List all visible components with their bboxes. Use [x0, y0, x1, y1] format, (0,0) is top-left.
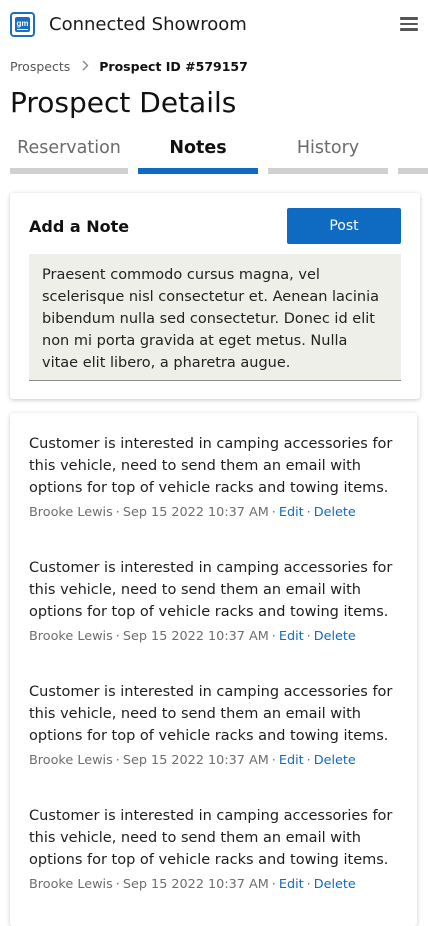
note-date: Sep 15 2022 10:37 AM [122, 753, 269, 768]
note-body: Customer is interested in camping access… [29, 684, 393, 744]
add-note-title: Add a Note [29, 217, 130, 236]
tab-notes[interactable]: Notes [138, 132, 258, 174]
tab-indicator-active [138, 168, 258, 174]
tab-history[interactable]: History [268, 132, 388, 174]
edit-note-link[interactable]: Edit [279, 629, 304, 644]
delete-note-link[interactable]: Delete [314, 877, 356, 892]
breadcrumb: Prospects Prospect ID #579157 [10, 58, 248, 76]
note-body: Customer is interested in camping access… [29, 560, 393, 620]
tab-label: History [296, 138, 360, 158]
gm-logo: gm [10, 12, 35, 37]
notes-list: Customer is interested in camping access… [10, 413, 417, 926]
tab-bar: Reservation Notes History [10, 132, 428, 174]
tab-reservation[interactable]: Reservation [10, 132, 128, 174]
breadcrumb-current: Prospect ID #579157 [99, 59, 248, 74]
note-author: Brooke Lewis [29, 505, 113, 520]
note-textarea[interactable]: Praesent commodo cursus magna, vel scele… [29, 254, 401, 381]
delete-note-link[interactable]: Delete [314, 629, 356, 644]
note-author: Brooke Lewis [29, 877, 113, 892]
note-meta: Brooke Lewis · Sep 15 2022 10:37 AM · Edit · D… [29, 505, 356, 520]
post-button[interactable]: Post [287, 208, 401, 244]
note-meta: Brooke Lewis · Sep 15 2022 10:37 AM · Edit · D… [29, 753, 356, 768]
hamburger-menu-icon[interactable] [400, 17, 418, 31]
note-item: Customer is interested in camping access… [29, 557, 399, 647]
tab-label: Notes [169, 138, 227, 158]
note-meta: Brooke Lewis · Sep 15 2022 10:37 AM · Edit · D… [29, 629, 356, 644]
note-body: Customer is interested in camping access… [29, 808, 393, 868]
note-meta: Brooke Lewis · Sep 15 2022 10:37 AM · Edit · D… [29, 877, 356, 892]
note-item: Customer is interested in camping access… [29, 681, 399, 771]
note-item: Customer is interested in camping access… [29, 805, 399, 895]
note-item: Customer is interested in camping access… [29, 433, 399, 523]
edit-note-link[interactable]: Edit [279, 505, 304, 520]
tab-label: Reservation [17, 138, 121, 158]
gm-logo-text: gm [15, 17, 30, 32]
delete-note-link[interactable]: Delete [314, 753, 356, 768]
breadcrumb-prospects-link[interactable]: Prospects [10, 58, 70, 76]
note-date: Sep 15 2022 10:37 AM [122, 629, 269, 644]
note-date: Sep 15 2022 10:37 AM [122, 505, 269, 520]
page-title: Prospect Details [10, 86, 237, 119]
add-note-card: Add a Note Post Praesent commodo cursus … [10, 193, 420, 399]
tab-indicator [268, 168, 388, 174]
note-author: Brooke Lewis [29, 753, 113, 768]
edit-note-link[interactable]: Edit [279, 877, 304, 892]
note-body: Customer is interested in camping access… [29, 436, 393, 496]
delete-note-link[interactable]: Delete [314, 505, 356, 520]
chevron-right-icon [82, 58, 89, 76]
app-header: gm Connected Showroom [0, 0, 428, 50]
tab-overflow[interactable] [398, 132, 428, 174]
note-author: Brooke Lewis [29, 629, 113, 644]
edit-note-link[interactable]: Edit [279, 753, 304, 768]
tab-indicator [10, 168, 128, 174]
app-title: Connected Showroom [49, 14, 247, 35]
note-date: Sep 15 2022 10:37 AM [122, 877, 269, 892]
tab-indicator [398, 168, 428, 174]
